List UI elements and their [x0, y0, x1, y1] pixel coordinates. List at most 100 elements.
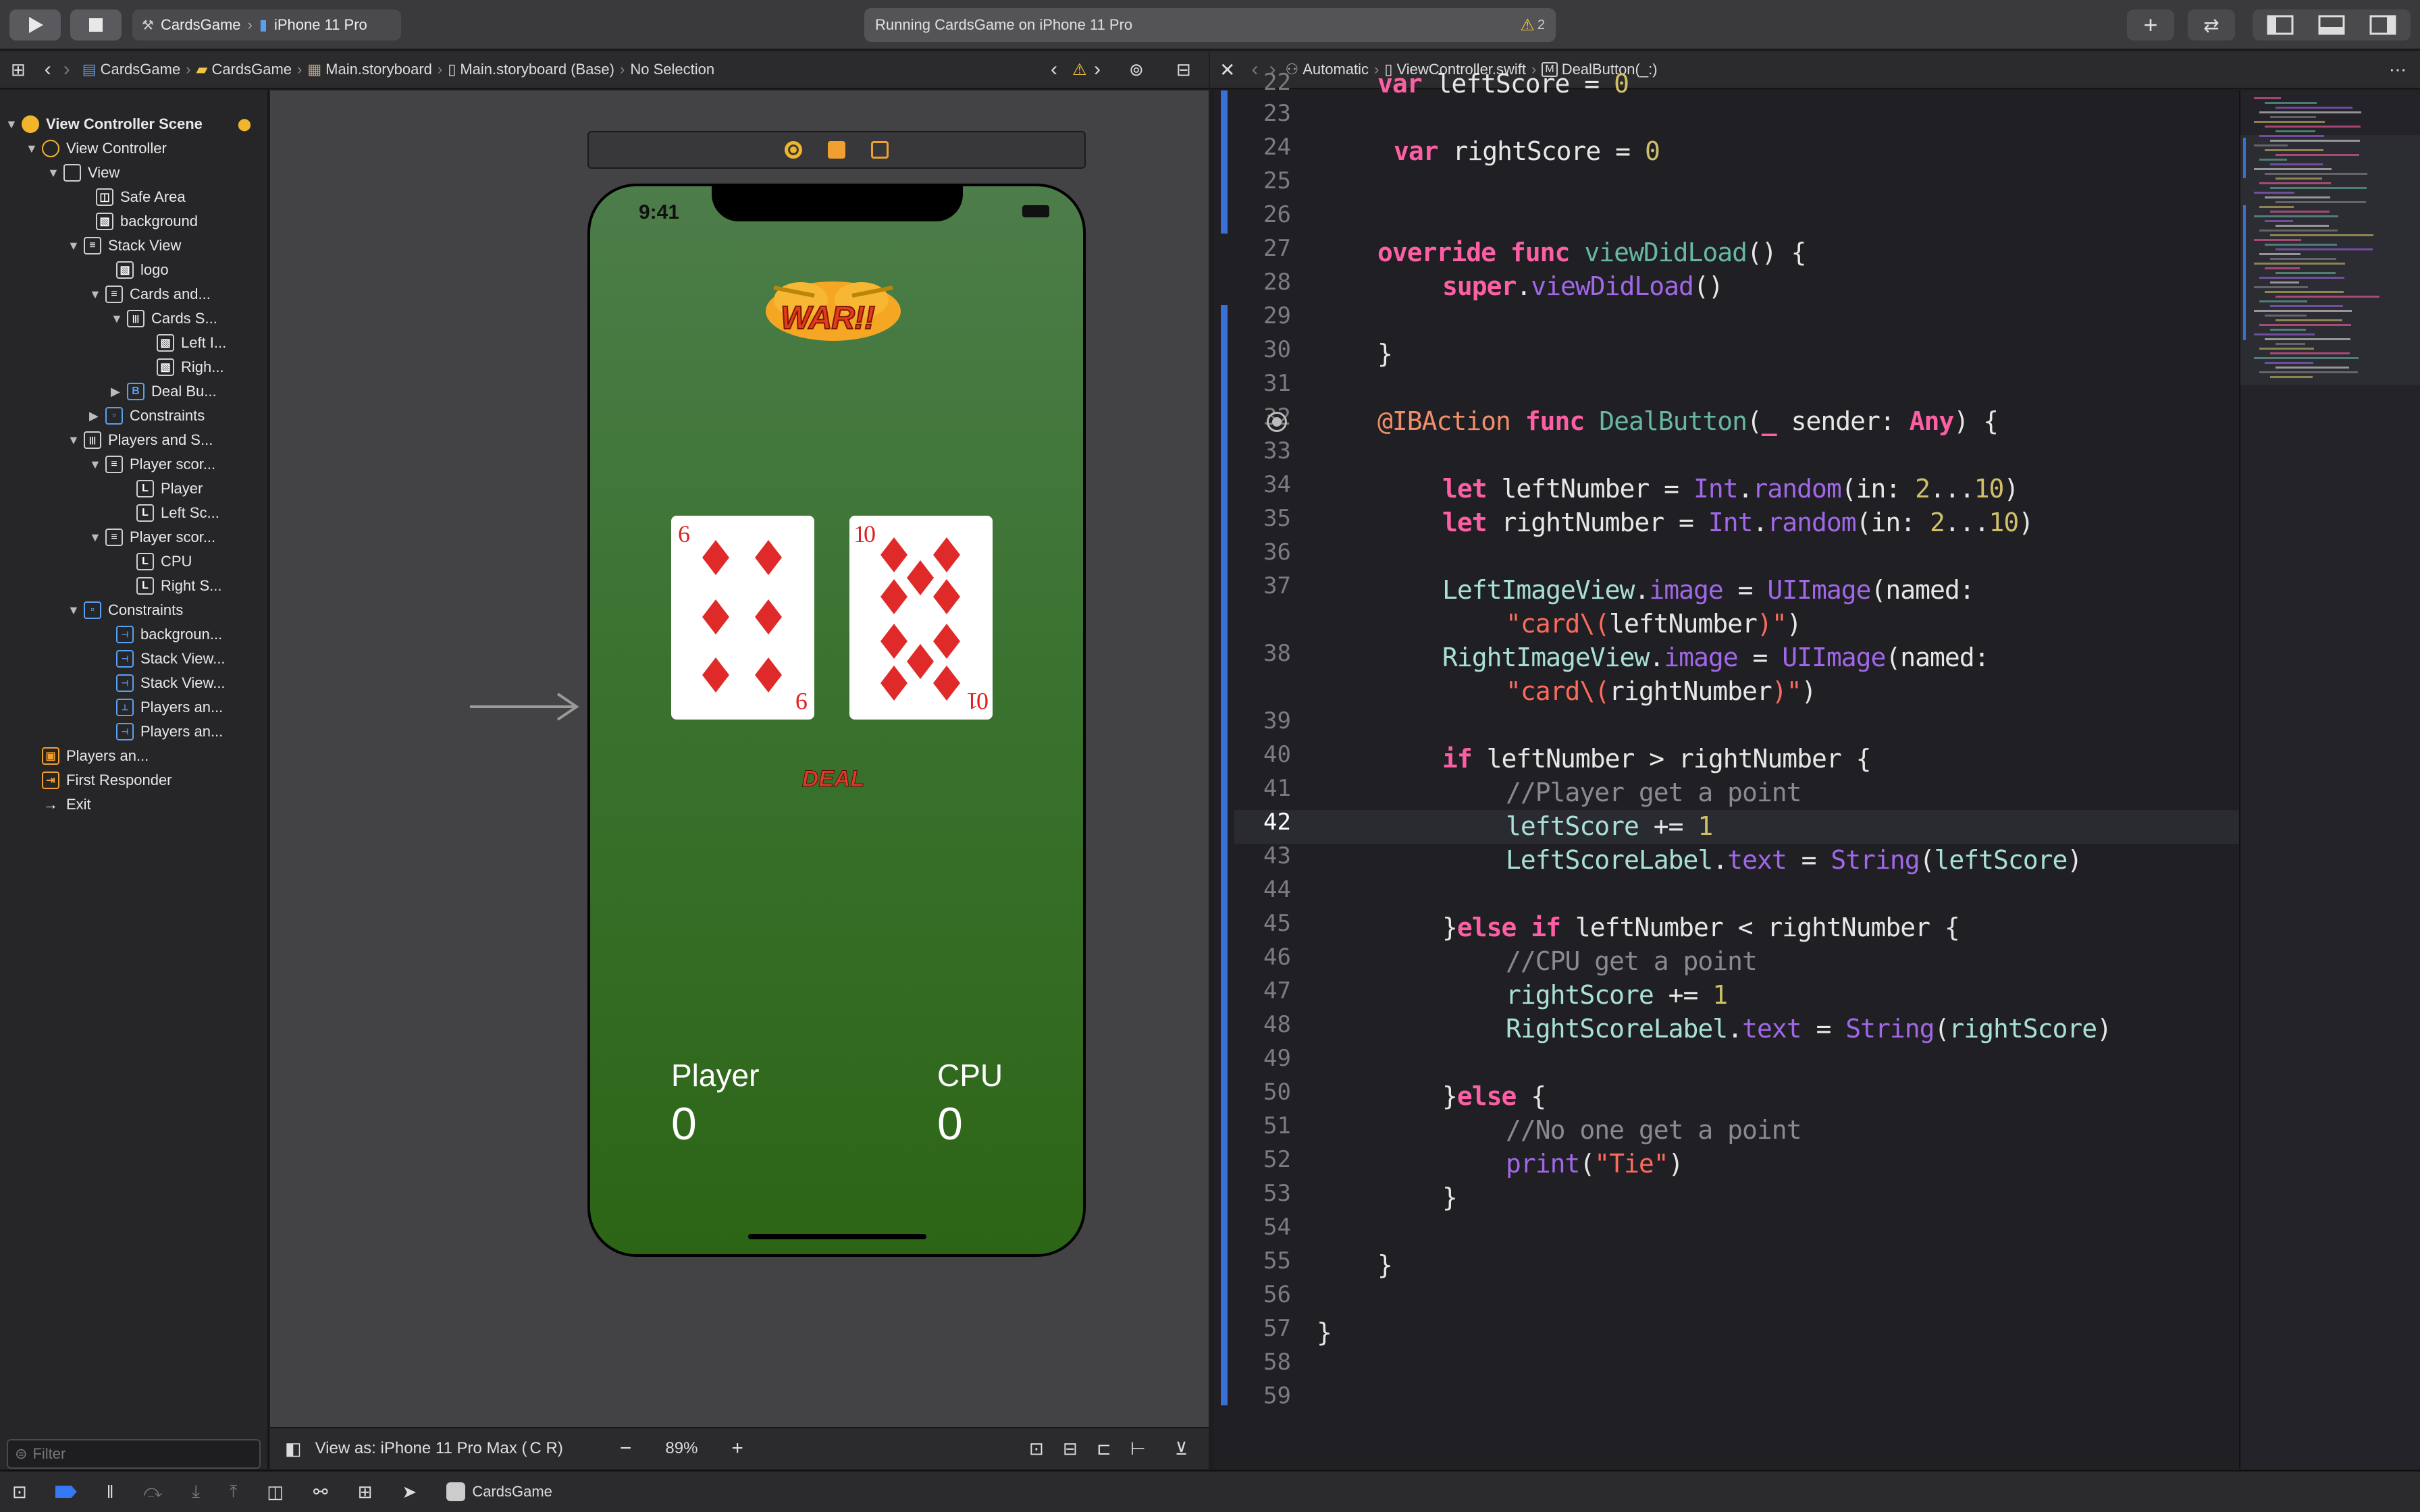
- outline-item[interactable]: L Right S...: [120, 574, 261, 598]
- disclosure-expanded-icon[interactable]: ▼: [111, 312, 123, 326]
- zoom-out-icon[interactable]: −: [620, 1437, 632, 1460]
- step-out-icon[interactable]: ⤒: [230, 1481, 238, 1503]
- deal-button[interactable]: DEAL: [786, 760, 880, 798]
- minimap[interactable]: [2239, 90, 2420, 1469]
- device-screen[interactable]: 9:41 WAR!! 6 9 10 01 DEAL Player 0 CPU 0: [590, 186, 1083, 1254]
- ibaction-connection-icon[interactable]: [1267, 412, 1287, 432]
- disclosure-expanded-icon[interactable]: ▼: [89, 458, 101, 472]
- outline-item[interactable]: ▼ ▫ Constraints: [68, 598, 261, 622]
- outline-item[interactable]: ⇥ First Responder: [26, 768, 261, 792]
- warning-icon[interactable]: ⚠: [1072, 60, 1087, 80]
- disclosure-collapsed-icon[interactable]: ▶: [89, 409, 101, 423]
- outline-item[interactable]: ▣ Players an...: [26, 744, 261, 768]
- outline-item[interactable]: ▼ View Controller Scene ⬤: [5, 112, 261, 136]
- outline-item[interactable]: ⊣ Stack View...: [100, 647, 261, 671]
- prev-issue-icon[interactable]: ‹: [1051, 58, 1057, 81]
- outline-item[interactable]: ◫ Safe Area: [80, 185, 261, 209]
- resolve-issues-icon[interactable]: ⊻: [1175, 1438, 1188, 1459]
- stack-outline-icon: ≡: [105, 456, 123, 473]
- breakpoints-toggle-icon[interactable]: [55, 1486, 77, 1498]
- outline-item[interactable]: ▧ logo: [100, 258, 261, 282]
- code-review-button[interactable]: ⇄: [2188, 9, 2235, 40]
- filter-field[interactable]: ⊜ Filter: [7, 1439, 261, 1469]
- add-editor-icon[interactable]: ⊟: [1176, 59, 1191, 80]
- view-controller-icon[interactable]: [785, 141, 802, 159]
- disclosure-expanded-icon[interactable]: ▼: [68, 433, 80, 448]
- outline-item[interactable]: ⊣ Stack View...: [100, 671, 261, 695]
- outline-item[interactable]: ▼ ||| Cards S...: [111, 306, 261, 331]
- outline-item[interactable]: ▼ ≡ Stack View: [68, 234, 261, 258]
- outline-item[interactable]: ▧ Left I...: [140, 331, 261, 355]
- scheme-selector[interactable]: ⚒ CardsGame › ▮ iPhone 11 Pro: [132, 9, 401, 40]
- disclosure-expanded-icon[interactable]: ▼: [89, 288, 101, 302]
- storyboard-canvas[interactable]: 9:41 WAR!! 6 9 10 01 DEAL Player 0 CPU 0: [270, 90, 1209, 1427]
- outline-item[interactable]: → Exit: [26, 792, 261, 817]
- forward-arrow-icon[interactable]: ›: [63, 58, 70, 81]
- stop-button[interactable]: [70, 9, 122, 40]
- outline-item[interactable]: ▼ ≡ Cards and...: [89, 282, 261, 306]
- grid-icon[interactable]: ⊞: [11, 59, 26, 80]
- outline-item[interactable]: ⊣ Players an...: [100, 720, 261, 744]
- left-panel-icon[interactable]: [2267, 15, 2294, 35]
- first-responder-icon[interactable]: [828, 141, 845, 159]
- align-icon[interactable]: ⊏: [1097, 1438, 1111, 1459]
- right-panel-icon[interactable]: [2369, 15, 2396, 35]
- view-as-label[interactable]: View as: iPhone 11 Pro Max (: [315, 1439, 527, 1458]
- jump-item-selection[interactable]: No Selection: [630, 61, 714, 78]
- back-arrow-icon[interactable]: ‹: [45, 58, 51, 81]
- disclosure-collapsed-icon[interactable]: ▶: [111, 385, 123, 399]
- view-debugger-icon[interactable]: ◫: [267, 1482, 284, 1503]
- outline-item[interactable]: ▼ View: [47, 161, 261, 185]
- outline-item[interactable]: ▼ View Controller: [26, 136, 261, 161]
- next-issue-icon[interactable]: ›: [1094, 58, 1101, 81]
- jump-item-storyboard-base[interactable]: Main.storyboard (Base): [460, 61, 614, 78]
- environment-overrides-icon[interactable]: ⊞: [358, 1482, 373, 1503]
- warning-icon[interactable]: ⚠: [1520, 16, 1535, 35]
- exit-icon[interactable]: [871, 141, 889, 159]
- outline-item[interactable]: ▶ ▫ Constraints: [89, 404, 261, 428]
- outline-item[interactable]: ▧ background: [80, 209, 261, 234]
- embed-in-icon[interactable]: ⊟: [1063, 1438, 1078, 1459]
- jump-item-group[interactable]: CardsGame: [211, 61, 292, 78]
- outline-item[interactable]: ▼ ≡ Player scor...: [89, 452, 261, 477]
- memory-graph-icon[interactable]: ⚯: [313, 1482, 328, 1503]
- outline-item[interactable]: ▧ Righ...: [140, 355, 261, 379]
- disclosure-expanded-icon[interactable]: ▼: [26, 142, 38, 156]
- add-constraints-icon[interactable]: ⊢: [1130, 1438, 1146, 1459]
- outline-toggle-icon[interactable]: ◧: [285, 1438, 302, 1459]
- disclosure-expanded-icon[interactable]: ▼: [89, 531, 101, 545]
- disclosure-expanded-icon[interactable]: ▼: [47, 166, 59, 180]
- link-circles-icon[interactable]: ⊚: [1129, 59, 1144, 80]
- location-icon[interactable]: ➤: [402, 1482, 417, 1503]
- outline-item-label: Player: [161, 480, 203, 497]
- jump-item-project[interactable]: CardsGame: [101, 61, 181, 78]
- pause-icon[interactable]: ‖: [107, 1482, 114, 1503]
- disclosure-expanded-icon[interactable]: ▼: [5, 117, 18, 132]
- step-over-icon[interactable]: ⤼: [144, 1481, 163, 1503]
- more-options-icon[interactable]: ⋯: [2389, 59, 2406, 80]
- diamond-pip: [880, 579, 908, 614]
- library-button[interactable]: +: [2127, 9, 2174, 40]
- entry-point-arrow[interactable]: [467, 690, 582, 724]
- outline-item[interactable]: L Player: [120, 477, 261, 501]
- hide-debug-area-icon[interactable]: ⊡: [12, 1482, 27, 1503]
- jump-item-automatic[interactable]: Automatic: [1303, 61, 1369, 78]
- outline-item[interactable]: ▼ ≡ Player scor...: [89, 525, 261, 549]
- outline-item[interactable]: L Left Sc...: [120, 501, 261, 525]
- update-frames-icon[interactable]: ⊡: [1029, 1438, 1044, 1459]
- outline-item[interactable]: ▼ ||| Players and S...: [68, 428, 261, 452]
- outline-item-label: Exit: [66, 796, 91, 813]
- outline-item[interactable]: ⊥ Players an...: [100, 695, 261, 720]
- jump-item-storyboard[interactable]: Main.storyboard: [325, 61, 432, 78]
- bottom-panel-icon[interactable]: [2318, 15, 2345, 35]
- outline-item[interactable]: ⊣ backgroun...: [100, 622, 261, 647]
- disclosure-expanded-icon[interactable]: ▼: [68, 603, 80, 618]
- zoom-in-icon[interactable]: +: [731, 1437, 743, 1460]
- run-button[interactable]: [9, 9, 61, 40]
- outline-item[interactable]: ▶ B Deal Bu...: [111, 379, 261, 404]
- step-in-icon[interactable]: ⤓: [192, 1481, 200, 1503]
- outline-item[interactable]: L CPU: [120, 549, 261, 574]
- close-icon[interactable]: ✕: [1219, 59, 1235, 81]
- disclosure-expanded-icon[interactable]: ▼: [68, 239, 80, 253]
- debug-target-label[interactable]: CardsGame: [472, 1483, 552, 1501]
